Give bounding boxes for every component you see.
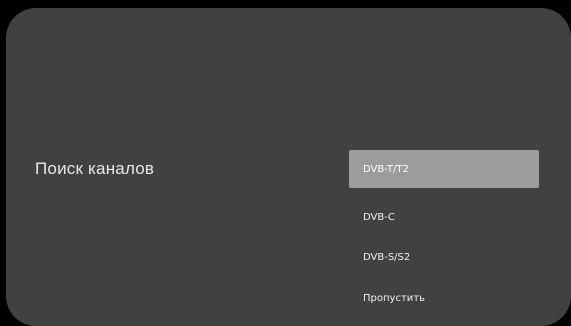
tv-bezel: Поиск каналов DVB-T/T2 DVB-C DVB-S/S2 Пр… — [0, 0, 571, 326]
menu-item-label: DVB-S/S2 — [363, 251, 411, 263]
page-title: Поиск каналов — [35, 159, 155, 178]
menu-item-dvb-t-t2[interactable]: DVB-T/T2 — [349, 150, 539, 188]
menu-item-label: Пропустить — [363, 292, 425, 304]
menu-item-dvb-s-s2[interactable]: DVB-S/S2 — [349, 238, 539, 276]
channel-search-screen: Поиск каналов DVB-T/T2 DVB-C DVB-S/S2 Пр… — [6, 8, 571, 326]
menu-item-skip[interactable]: Пропустить — [349, 279, 539, 317]
menu-item-dvb-c[interactable]: DVB-C — [349, 198, 539, 236]
menu-item-label: DVB-T/T2 — [363, 163, 409, 175]
menu-item-label: DVB-C — [363, 211, 395, 223]
